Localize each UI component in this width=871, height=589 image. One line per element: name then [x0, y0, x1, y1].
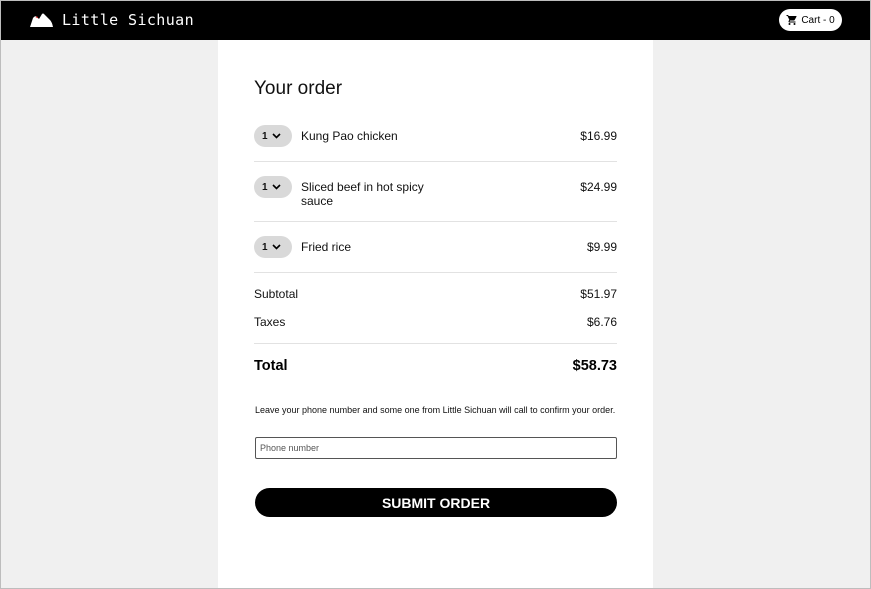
subtotal-row: Subtotal $51.97: [254, 287, 617, 303]
divider: [254, 272, 617, 273]
brand[interactable]: Little Sichuan: [30, 10, 194, 30]
chevron-down-icon: [271, 244, 281, 250]
taxes-label: Taxes: [254, 315, 286, 329]
quantity-select[interactable]: 1: [254, 176, 292, 198]
quantity-value: 1: [262, 130, 268, 142]
chevron-down-icon: [271, 184, 281, 190]
item-price: $9.99: [586, 240, 617, 254]
subtotal-value: $51.97: [580, 287, 617, 301]
taxes-value: $6.76: [586, 315, 617, 329]
order-item: 1 Fried rice $9.99: [254, 236, 617, 258]
shopping-cart-icon: [786, 15, 797, 25]
subtotal-label: Subtotal: [254, 287, 299, 301]
item-name: Kung Pao chicken: [301, 129, 398, 143]
order-item: 1 Sliced beef in hot spicy sauce $24.99: [254, 176, 617, 208]
page-title: Your order: [254, 78, 343, 99]
divider: [254, 221, 617, 222]
chevron-down-icon: [271, 133, 281, 139]
order-panel: Your order 1 Kung Pao chicken $16.99 1 S…: [218, 40, 653, 589]
quantity-value: 1: [262, 181, 268, 193]
divider: [254, 343, 617, 344]
quantity-value: 1: [262, 241, 268, 253]
submit-order-button[interactable]: SUBMIT ORDER: [255, 488, 617, 517]
quantity-select[interactable]: 1: [254, 125, 292, 147]
total-label: Total: [254, 358, 288, 374]
quantity-select[interactable]: 1: [254, 236, 292, 258]
item-price: $24.99: [580, 180, 617, 194]
taxes-row: Taxes $6.76: [254, 315, 617, 331]
item-name: Fried rice: [301, 240, 352, 254]
phone-number-input[interactable]: [255, 437, 617, 459]
brand-name: Little Sichuan: [62, 11, 195, 29]
top-navigation-bar: Little Sichuan Cart - 0: [0, 0, 871, 40]
mountain-logo-icon: [30, 13, 53, 27]
total-row: Total $58.73: [254, 358, 617, 378]
order-item: 1 Kung Pao chicken $16.99: [254, 125, 617, 147]
total-value: $58.73: [572, 358, 617, 374]
cart-label: Cart - 0: [801, 14, 835, 26]
cart-button[interactable]: Cart - 0: [779, 9, 842, 31]
item-name: Sliced beef in hot spicy sauce: [301, 180, 424, 208]
item-price: $16.99: [580, 129, 617, 143]
phone-instructions: Leave your phone number and some one fro…: [255, 405, 616, 415]
divider: [254, 161, 617, 162]
